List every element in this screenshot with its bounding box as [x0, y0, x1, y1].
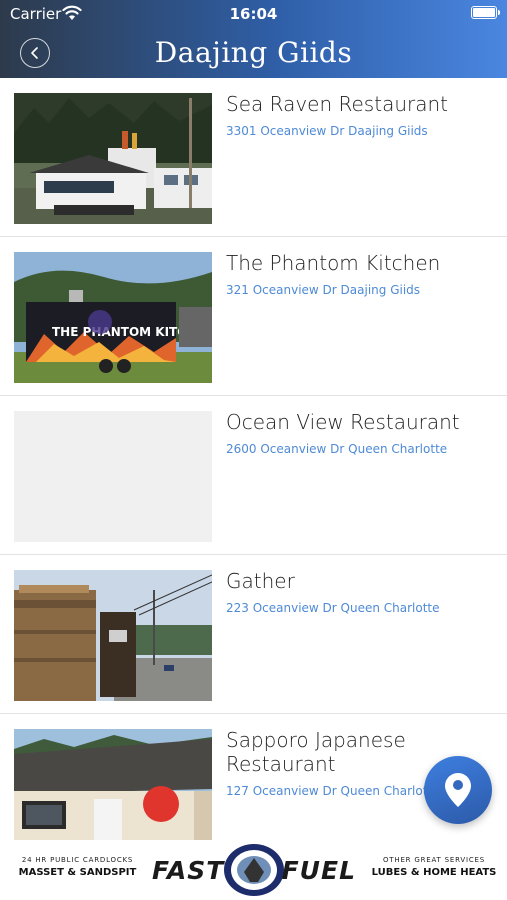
ad-brand-logo: FAST FUEL — [152, 842, 356, 898]
page-title: Daajing Giids — [154, 36, 353, 69]
restaurant-address[interactable]: 223 Oceanview Dr Queen Charlotte — [226, 601, 496, 615]
restaurant-address[interactable]: 3301 Oceanview Dr Daajing Giids — [226, 124, 496, 138]
restaurant-name: Ocean View Restaurant — [226, 410, 460, 434]
ad-right-small: OTHER GREAT SERVICES — [383, 856, 485, 864]
restaurant-name: Gather — [226, 569, 295, 593]
status-bar: Carrier 16:04 — [0, 0, 507, 28]
ad-left-text: 24 HR PUBLIC CARDLOCKS MASSET & SANDSPIT — [10, 856, 145, 878]
map-button[interactable] — [424, 756, 492, 824]
ad-right-big: LUBES & HOME HEATS — [371, 867, 497, 878]
restaurant-name: Sea Raven Restaurant — [226, 92, 448, 116]
ad-brand-word-fuel: FUEL — [281, 856, 356, 885]
ad-right-text: OTHER GREAT SERVICES LUBES & HOME HEATS — [368, 856, 500, 878]
ad-banner[interactable]: 24 HR PUBLIC CARDLOCKS MASSET & SANDSPIT… — [0, 840, 507, 900]
ad-left-big: MASSET & SANDSPIT — [18, 867, 137, 878]
restaurant-row[interactable]: Gather 223 Oceanview Dr Queen Charlotte — [0, 555, 507, 714]
restaurant-address[interactable]: 2600 Oceanview Dr Queen Charlotte — [226, 442, 496, 456]
fuel-seal-icon — [224, 844, 284, 896]
restaurant-list[interactable]: Sea Raven Restaurant 3301 Oceanview Dr D… — [0, 78, 507, 840]
restaurant-photo-placeholder — [14, 411, 212, 542]
restaurant-address[interactable]: 321 Oceanview Dr Daajing Giids — [226, 283, 496, 297]
clock-time: 16:04 — [229, 5, 278, 23]
nav-header: Carrier 16:04 Daajing Giids — [0, 0, 507, 78]
ad-left-small: 24 HR PUBLIC CARDLOCKS — [21, 856, 134, 864]
restaurant-row[interactable]: THE PHANTOM KITCHEN The Phantom Kitchen … — [0, 237, 507, 396]
map-pin-icon — [445, 773, 471, 807]
restaurant-row[interactable]: Ocean View Restaurant 2600 Oceanview Dr … — [0, 396, 507, 555]
battery-icon — [471, 6, 500, 19]
restaurant-name: The Phantom Kitchen — [226, 251, 441, 275]
ad-brand-word-fast: FAST — [152, 856, 225, 885]
restaurant-photo — [14, 93, 212, 224]
restaurant-photo — [14, 729, 212, 840]
restaurant-photo: THE PHANTOM KITCHEN — [14, 252, 212, 383]
restaurant-photo — [14, 570, 212, 701]
restaurant-row[interactable]: Sea Raven Restaurant 3301 Oceanview Dr D… — [0, 78, 507, 237]
